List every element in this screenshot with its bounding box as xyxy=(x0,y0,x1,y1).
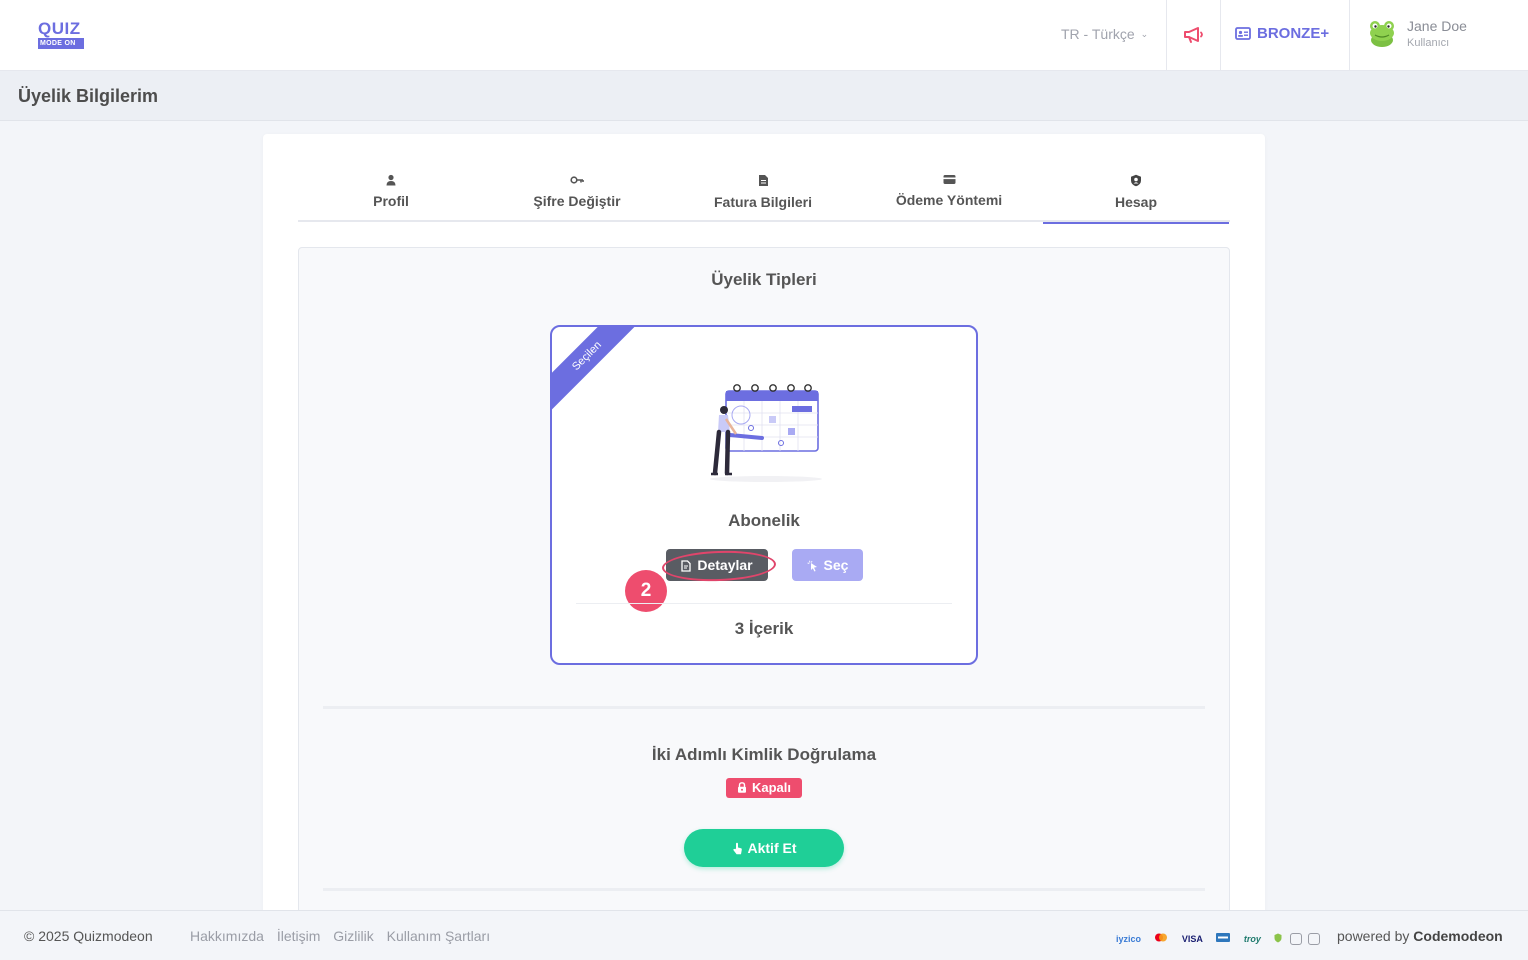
payment-logos: iyzico VISA troy xyxy=(1116,930,1291,945)
select-plan-button[interactable]: Seç xyxy=(792,549,863,581)
amex-logo xyxy=(1216,933,1231,944)
language-selector[interactable]: TR - Türkçe ⌄ xyxy=(1061,26,1148,42)
tab-fatura-bilgileri[interactable]: Fatura Bilgileri xyxy=(670,170,856,222)
section-divider xyxy=(323,888,1205,891)
visa-logo: VISA xyxy=(1181,933,1203,944)
footer-link-terms[interactable]: Kullanım Şartları xyxy=(387,928,490,944)
user-role: Kullanıcı xyxy=(1407,37,1450,49)
step-number-badge: 2 xyxy=(625,570,667,612)
page-title-bar: Üyelik Bilgilerim xyxy=(0,71,1528,121)
header-divider xyxy=(1166,0,1167,71)
footer: © 2025 Quizmodeon Hakkımızda İletişim Gi… xyxy=(0,910,1528,960)
key-icon xyxy=(570,176,584,184)
id-card-icon xyxy=(1235,27,1251,40)
shield-icon xyxy=(1131,174,1141,187)
credit-card-icon xyxy=(943,175,955,184)
section-divider xyxy=(323,706,1205,709)
tab-odeme-yontemi[interactable]: Ödeme Yöntemi xyxy=(856,170,1042,222)
top-navbar: QUIZ MODE ON TR - Türkçe ⌄ BRONZE+ Jane D… xyxy=(0,0,1528,71)
megaphone-icon[interactable] xyxy=(1183,26,1205,44)
membership-types-title: Üyelik Tipleri xyxy=(711,270,817,289)
social-links xyxy=(1290,930,1326,948)
plan-name: Abonelik xyxy=(728,511,800,530)
account-panel: Üyelik Tipleri Seçilen Abonelik Detaylar… xyxy=(298,247,1230,947)
hand-pointer-icon xyxy=(732,842,742,855)
plan-content-count: 3 İçerik xyxy=(734,619,794,638)
tab-sifre-degistir[interactable]: Şifre Değiştir xyxy=(484,170,670,222)
mastercard-logo xyxy=(1154,933,1168,944)
copyright: © 2025 Quizmodeon xyxy=(24,928,153,944)
plan-card-abonelik: Seçilen Abonelik Detaylar Seç 2 3 İçerik xyxy=(550,325,978,665)
plan-badge-link[interactable]: BRONZE+ xyxy=(1235,25,1329,42)
user-icon xyxy=(386,174,396,186)
header-divider xyxy=(1349,0,1350,71)
chevron-down-icon: ⌄ xyxy=(1140,29,1149,39)
lock-icon xyxy=(737,782,746,793)
footer-links: Hakkımızda İletişim Gizlilik Kullanım Şa… xyxy=(190,928,499,944)
powered-by[interactable]: powered by Codemodeon xyxy=(1337,928,1503,944)
calendar-illustration xyxy=(710,384,822,482)
tab-hesap[interactable]: Hesap xyxy=(1043,170,1229,224)
tab-profil[interactable]: Profil xyxy=(298,170,484,222)
troy-logo: troy xyxy=(1243,933,1261,944)
selected-ribbon: Seçilen xyxy=(552,327,643,412)
linkedin-icon[interactable] xyxy=(1308,932,1320,945)
instagram-icon[interactable] xyxy=(1290,932,1302,945)
ssl-logo xyxy=(1274,933,1282,945)
document-icon xyxy=(758,175,768,186)
frog-avatar[interactable] xyxy=(1368,18,1396,48)
activate-2fa-button[interactable]: Aktif Et xyxy=(684,829,844,867)
account-tabs: Profil Şifre Değiştir Fatura Bilgileri Ö… xyxy=(298,170,1230,224)
header-divider xyxy=(1220,0,1221,71)
pointer-click-icon xyxy=(807,560,817,572)
two-factor-status-badge: Kapalı xyxy=(726,778,802,798)
footer-link-privacy[interactable]: Gizlilik xyxy=(333,928,373,944)
page-title: Üyelik Bilgilerim xyxy=(18,86,159,106)
plan-divider xyxy=(576,603,952,604)
footer-link-contact[interactable]: İletişim xyxy=(277,928,321,944)
quiz-logo[interactable]: QUIZ MODE ON xyxy=(38,20,84,49)
footer-link-about[interactable]: Hakkımızda xyxy=(190,928,264,944)
iyzico-logo: iyzico xyxy=(1116,933,1142,944)
user-name[interactable]: Jane Doe xyxy=(1407,18,1467,34)
two-factor-title: İki Adımlı Kimlik Doğrulama xyxy=(651,745,877,764)
account-card: Profil Şifre Değiştir Fatura Bilgileri Ö… xyxy=(263,134,1265,947)
